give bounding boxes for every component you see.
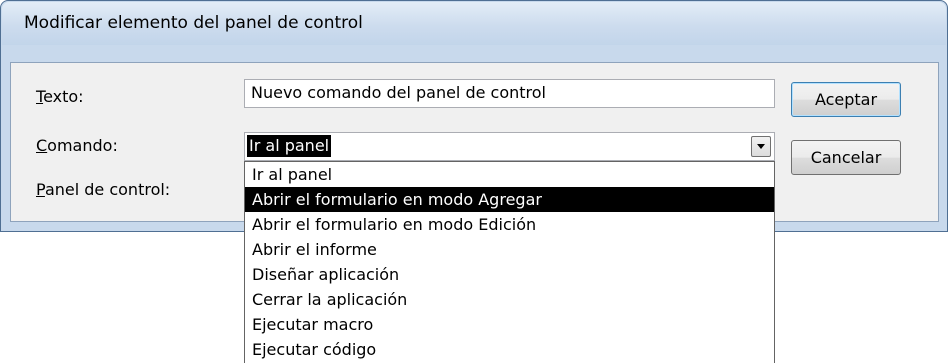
texto-label-rest: exto: (43, 87, 84, 106)
dropdown-option[interactable]: Ir al panel (245, 162, 774, 187)
texto-label-mnemonic: T (36, 87, 44, 106)
comando-label: Comando: (36, 136, 118, 155)
panel-label-rest: anel de control: (44, 180, 171, 199)
comando-select[interactable]: Ir al panel (244, 132, 775, 161)
dropdown-option[interactable]: Ejecutar código (245, 337, 774, 362)
texto-input[interactable]: Nuevo comando del panel de control (244, 79, 775, 108)
chevron-down-icon[interactable] (751, 136, 771, 157)
panel-label-mnemonic: P (36, 180, 45, 199)
cancel-button[interactable]: Cancelar (791, 140, 901, 175)
comando-dropdown-list: Ir al panel Abrir el formulario en modo A… (244, 161, 775, 363)
texto-label: Texto: (36, 87, 84, 106)
dropdown-option[interactable]: Ejecutar macro (245, 312, 774, 337)
comando-label-rest: omando: (47, 136, 118, 155)
dropdown-option[interactable]: Diseñar aplicación (245, 262, 774, 287)
window-title: Modificar elemento del panel de control (24, 13, 363, 33)
comando-label-mnemonic: C (36, 136, 48, 155)
title-bar[interactable]: Modificar elemento del panel de control (2, 2, 946, 45)
dropdown-option[interactable]: Cerrar la aplicación (245, 287, 774, 312)
accept-button[interactable]: Aceptar (791, 82, 901, 117)
panel-label: Panel de control: (36, 180, 170, 199)
dropdown-option[interactable]: Abrir el formulario en modo Agregar (245, 187, 774, 212)
dropdown-option[interactable]: Abrir el formulario en modo Edición (245, 212, 774, 237)
dropdown-option[interactable]: Abrir el informe (245, 237, 774, 262)
comando-select-value: Ir al panel (247, 135, 332, 157)
